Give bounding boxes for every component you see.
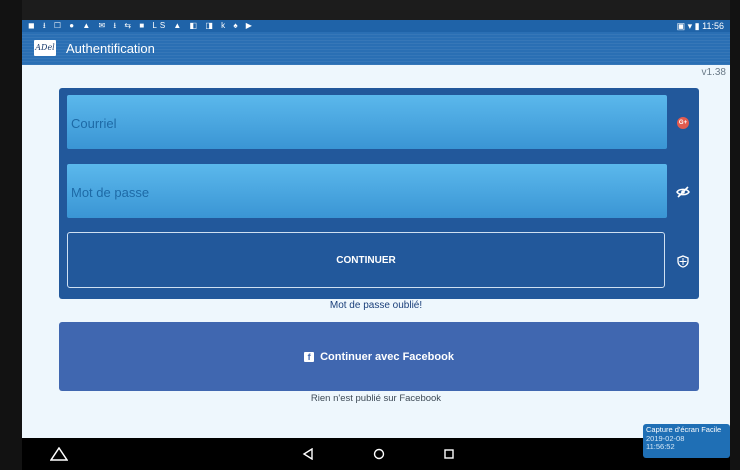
- app-logo: ADel: [34, 40, 56, 56]
- facebook-login-button[interactable]: f Continuer avec Facebook: [59, 322, 699, 391]
- app-bar: ADel Authentification: [22, 32, 730, 65]
- recent-apps-icon[interactable]: [440, 446, 458, 462]
- forgot-password-link[interactable]: Mot de passe oublié!: [22, 300, 730, 311]
- navigation-bar: [22, 438, 730, 470]
- page-title: Authentification: [66, 41, 155, 56]
- email-placeholder: Courriel: [71, 116, 117, 131]
- status-clock: ▣ ▾ ▮ 11:56: [676, 21, 724, 31]
- eye-off-icon-graphic: [676, 186, 690, 198]
- eye-off-icon[interactable]: [675, 184, 691, 200]
- home-icon[interactable]: [370, 446, 388, 462]
- login-card: Courriel G+ Mot de passe CONTINUER: [59, 88, 699, 299]
- facebook-button-label: Continuer avec Facebook: [320, 350, 454, 363]
- password-field[interactable]: Mot de passe: [67, 164, 667, 218]
- shield-icon-graphic: [677, 254, 689, 268]
- device-frame-right: [730, 0, 740, 470]
- home-triangle-icon[interactable]: [50, 446, 68, 462]
- facebook-note: Rien n'est publié sur Facebook: [310, 393, 442, 404]
- shield-icon[interactable]: [675, 253, 691, 269]
- version-label: v1.38: [701, 67, 726, 78]
- notification-icons: ◼ ⭳ ☐ ● ▲ ✉ ⭳ ⇆ ■ LS ▲ ◧ ◨ k ♠ ▶: [28, 21, 255, 30]
- google-plus-icon[interactable]: G+: [675, 115, 691, 131]
- device-frame-top: [0, 0, 740, 20]
- device-frame-left: [0, 0, 22, 470]
- content-area: v1.38 Courriel G+ Mot de passe CONTINUER: [22, 65, 730, 438]
- password-placeholder: Mot de passe: [71, 185, 150, 200]
- facebook-icon: f: [304, 351, 315, 362]
- home-triangle-icon-graphic: [50, 447, 68, 461]
- toast-time: 11:56:52: [646, 442, 675, 451]
- google-plus-icon-badge: G+: [677, 117, 689, 129]
- home-icon-graphic: [373, 448, 385, 460]
- back-icon[interactable]: [299, 446, 317, 462]
- recent-apps-icon-graphic: [444, 449, 454, 459]
- screenshot-toast[interactable]: Capture d'écran Facile 2019-02-08 11:56:…: [643, 424, 730, 458]
- status-bar: ◼ ⭳ ☐ ● ▲ ✉ ⭳ ⇆ ■ LS ▲ ◧ ◨ k ♠ ▶ ▣ ▾ ▮ 1…: [22, 20, 730, 32]
- email-field[interactable]: Courriel: [67, 95, 667, 149]
- back-icon-graphic: [302, 448, 313, 460]
- continue-button[interactable]: CONTINUER: [67, 232, 665, 288]
